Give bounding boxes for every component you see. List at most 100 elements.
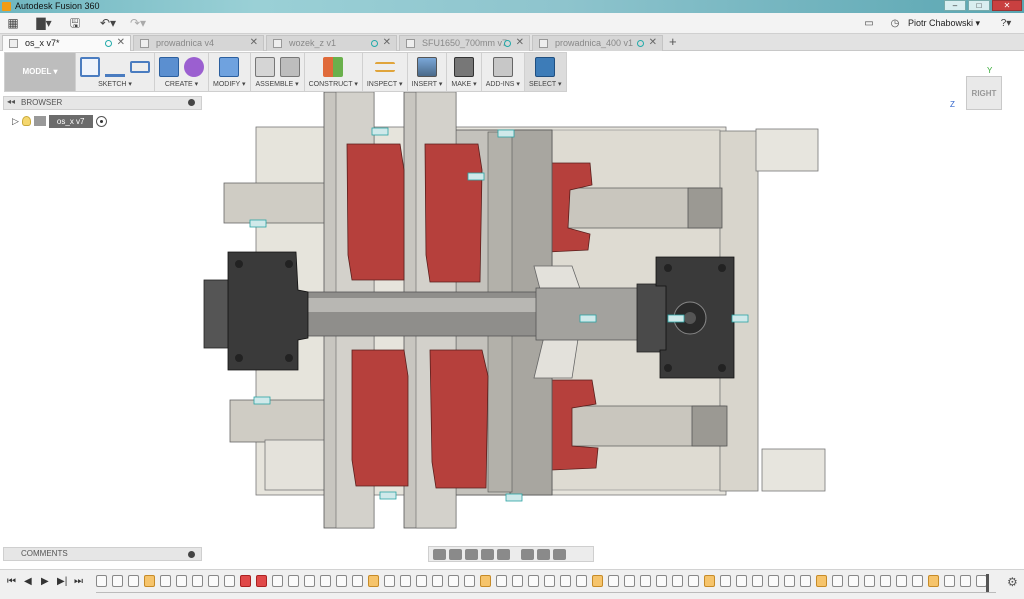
timeline-feature-icon[interactable] [656, 575, 667, 587]
timeline-feature-icon[interactable] [96, 575, 107, 587]
file-menu-button[interactable]: ▇▾ [34, 16, 54, 31]
timeline-feature-icon[interactable] [736, 575, 747, 587]
viewcube-right-face[interactable]: RIGHT [966, 76, 1002, 110]
tab-close-icon[interactable]: ✕ [649, 36, 657, 50]
measure-icon[interactable] [374, 62, 395, 72]
assemble-group[interactable]: ASSEMBLE ▾ [249, 53, 304, 91]
close-button[interactable]: ✕ [992, 0, 1022, 11]
timeline-feature-icon[interactable] [608, 575, 619, 587]
minimize-button[interactable]: ‒ [944, 0, 966, 11]
insert-group[interactable]: INSERT ▾ [406, 53, 447, 91]
job-status-icon[interactable]: ◷ [889, 16, 901, 31]
timeline-play-button[interactable]: ▶ [41, 576, 49, 587]
tab-prowadnica[interactable]: prowadnica v4 ✕ [133, 35, 264, 51]
maximize-button[interactable]: □ [968, 0, 990, 11]
timeline-feature-icon[interactable] [384, 575, 395, 587]
inspect-group[interactable]: INSPECT ▾ [361, 53, 407, 91]
extrude-icon[interactable] [159, 57, 179, 77]
data-panel-grid-icon[interactable]: ▦ [6, 16, 20, 31]
save-icon[interactable]: 🖫 [68, 16, 82, 31]
timeline-feature-icon[interactable] [800, 575, 811, 587]
timeline-feature-icon[interactable] [720, 575, 731, 587]
add-comment-icon[interactable] [188, 551, 195, 558]
timeline-feature-icon[interactable] [944, 575, 955, 587]
timeline-feature-icon[interactable] [112, 575, 123, 587]
timeline-feature-icon[interactable] [128, 575, 139, 587]
model-canvas[interactable] [0, 51, 1024, 569]
timeline-next-button[interactable]: ▶| [57, 576, 67, 587]
pin-icon[interactable] [188, 99, 195, 106]
press-pull-icon[interactable] [219, 57, 240, 77]
browser-root-node[interactable]: ▷ os_x v7 [12, 114, 107, 128]
display-settings-icon[interactable] [521, 548, 534, 560]
timeline-feature-icon[interactable] [448, 575, 459, 587]
make-group[interactable]: MAKE ▾ [446, 53, 480, 91]
tab-close-icon[interactable]: ✕ [383, 36, 391, 50]
line-icon[interactable] [105, 57, 125, 77]
viewcube[interactable]: RIGHT Y Z [950, 66, 1006, 114]
tab-prowadnica-400[interactable]: prowadnica_400 v1 ✕ [532, 35, 663, 51]
timeline-feature-icon[interactable] [896, 575, 907, 587]
cad-model-view[interactable] [0, 51, 1024, 569]
user-account-menu[interactable]: Piotr Chabowski ▾ [908, 18, 980, 29]
add-ins-group[interactable]: ADD-INS ▾ [480, 53, 524, 91]
fit-icon[interactable] [497, 548, 510, 560]
timeline-settings-icon[interactable]: ⚙ [1007, 575, 1018, 589]
look-at-icon[interactable] [449, 548, 462, 560]
scripts-icon[interactable] [492, 57, 513, 77]
timeline-first-button[interactable]: ⏮ [7, 576, 16, 587]
tab-close-icon[interactable]: ✕ [250, 36, 258, 50]
timeline-feature-icon[interactable] [688, 575, 699, 587]
timeline-feature-icon[interactable] [240, 575, 251, 587]
timeline-feature-icon[interactable] [144, 575, 155, 587]
grid-settings-icon[interactable] [537, 548, 550, 560]
timeline-feature-icon[interactable] [432, 575, 443, 587]
timeline-feature-icon[interactable] [160, 575, 171, 587]
collapse-browser-icon[interactable]: ◂◂ [7, 97, 15, 106]
timeline-feature-icon[interactable] [752, 575, 763, 587]
timeline-feature-icon[interactable] [336, 575, 347, 587]
timeline-feature-icon[interactable] [864, 575, 875, 587]
construct-group[interactable]: CONSTRUCT ▾ [303, 53, 362, 91]
timeline-feature-icon[interactable] [912, 575, 923, 587]
form-icon[interactable] [184, 57, 204, 77]
timeline-feature-icon[interactable] [256, 575, 267, 587]
tab-wozek[interactable]: wozek_z v1 ✕ [266, 35, 397, 51]
timeline-feature-icon[interactable] [288, 575, 299, 587]
timeline-feature-icon[interactable] [192, 575, 203, 587]
viewports-icon[interactable] [553, 548, 566, 560]
timeline-features[interactable] [96, 575, 996, 589]
select-cursor-icon[interactable] [535, 57, 556, 77]
workspace-switcher[interactable]: MODEL ▾ [5, 53, 75, 91]
timeline-feature-icon[interactable] [400, 575, 411, 587]
timeline-feature-icon[interactable] [464, 575, 475, 587]
3d-print-icon[interactable] [454, 57, 475, 77]
timeline-last-button[interactable]: ⏭ [74, 576, 83, 587]
timeline-feature-icon[interactable] [640, 575, 651, 587]
timeline-feature-icon[interactable] [960, 575, 971, 587]
undo-button[interactable]: ↶▾ [96, 16, 120, 31]
timeline-feature-icon[interactable] [592, 575, 603, 587]
timeline-feature-icon[interactable] [848, 575, 859, 587]
timeline-feature-icon[interactable] [928, 575, 939, 587]
create-group[interactable]: CREATE ▾ [154, 53, 208, 91]
modify-group[interactable]: MODIFY ▾ [208, 53, 250, 91]
timeline-feature-icon[interactable] [880, 575, 891, 587]
activate-component-icon[interactable] [95, 115, 107, 127]
timeline-feature-icon[interactable] [528, 575, 539, 587]
comments-panel-header[interactable]: COMMENTS [3, 547, 202, 561]
timeline-feature-icon[interactable] [672, 575, 683, 587]
timeline-feature-icon[interactable] [784, 575, 795, 587]
insert-image-icon[interactable] [416, 57, 437, 77]
new-component-icon[interactable] [254, 57, 275, 77]
timeline-feature-icon[interactable] [832, 575, 843, 587]
visibility-bulb-icon[interactable] [21, 116, 31, 126]
sketch-group[interactable]: SKETCH ▾ [75, 53, 154, 91]
timeline-feature-icon[interactable] [544, 575, 555, 587]
timeline-prev-button[interactable]: ◀ [24, 576, 32, 587]
timeline-feature-icon[interactable] [768, 575, 779, 587]
timeline-feature-icon[interactable] [512, 575, 523, 587]
timeline-feature-icon[interactable] [272, 575, 283, 587]
browser-panel-header[interactable]: ◂◂ BROWSER [3, 96, 202, 110]
zoom-icon[interactable] [481, 548, 494, 560]
